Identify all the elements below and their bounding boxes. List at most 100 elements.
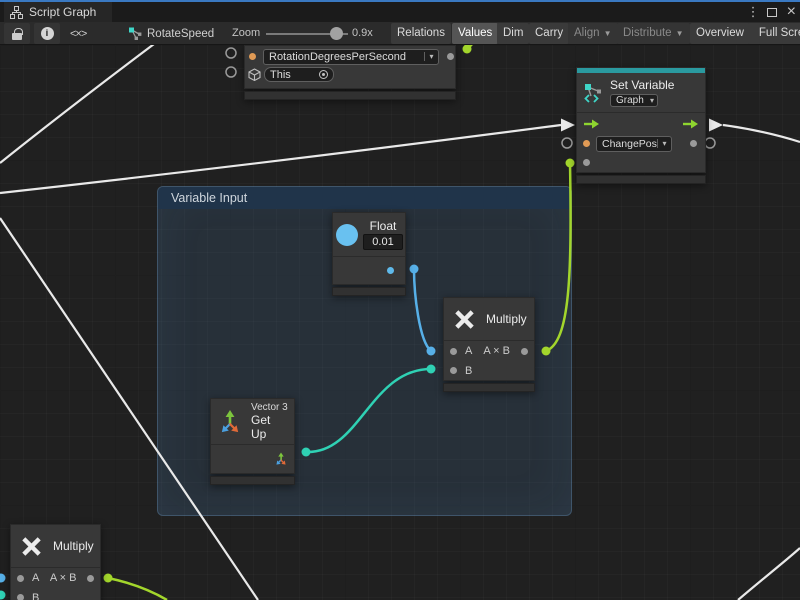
- distribute-label: Distribute: [623, 27, 672, 39]
- port-ring[interactable]: [562, 138, 572, 148]
- dropdown-arrow-icon: ▾: [424, 52, 438, 61]
- port-ring[interactable]: [226, 67, 236, 77]
- node-multiply[interactable]: Multiply A A × B B: [443, 297, 535, 392]
- node-float-literal[interactable]: Float 0.01: [332, 212, 406, 296]
- info-icon: i: [41, 27, 54, 40]
- node-set-variable[interactable]: Set Variable Graph ▾ ChangePos: [576, 67, 706, 184]
- multiply-icon: [19, 534, 44, 559]
- node-get-variable[interactable]: RotationDegreesPerSecond ▾ This: [244, 45, 456, 100]
- result-label: A × B: [50, 572, 77, 584]
- node-footer: [210, 476, 295, 485]
- input-b-port[interactable]: [17, 594, 24, 600]
- value-input-port[interactable]: [583, 159, 590, 166]
- node-footer: [244, 91, 456, 100]
- graph-toolbar: i <×> RotateSpeed Zoom 0.9x Relations Va…: [0, 22, 800, 45]
- lock-icon: [12, 33, 22, 40]
- node-title: Multiply: [53, 539, 94, 553]
- flow-wire-out: [723, 125, 800, 142]
- wire-endpoint[interactable]: [463, 45, 472, 54]
- variable-name-value: ChangePos: [597, 138, 657, 150]
- scope-select[interactable]: Graph ▾: [610, 94, 658, 107]
- lock-button[interactable]: [4, 23, 30, 44]
- port-ring[interactable]: [705, 138, 715, 148]
- close-icon[interactable]: ×: [787, 7, 796, 17]
- result-label: A × B: [483, 345, 510, 357]
- dropdown-arrow-icon: ▾: [657, 139, 671, 148]
- node-footer: [332, 287, 406, 296]
- node-footer: [576, 175, 706, 184]
- target-object-field[interactable]: This: [264, 67, 334, 82]
- tab-script-graph[interactable]: Script Graph: [4, 2, 112, 22]
- menu-kebab-icon[interactable]: ⋮: [747, 4, 757, 20]
- dropdown-arrow-icon: ▼: [676, 29, 684, 38]
- node-title: Float: [363, 219, 403, 233]
- wire-endpoint[interactable]: [0, 591, 6, 600]
- graph-breadcrumb[interactable]: RotateSpeed: [128, 22, 214, 45]
- node-title: Get Up: [251, 413, 288, 441]
- relations-button[interactable]: Relations: [391, 23, 451, 44]
- flow-in-port[interactable]: [583, 119, 600, 129]
- flow-wire-bottom-right: [738, 548, 800, 600]
- variable-name-select[interactable]: RotationDegreesPerSecond ▾: [263, 49, 439, 65]
- value-output-port[interactable]: [447, 53, 454, 60]
- node-title: Set Variable: [610, 78, 674, 92]
- distribute-button[interactable]: Distribute ▼: [617, 23, 690, 44]
- node-get-up[interactable]: Vector 3 Get Up: [210, 398, 295, 485]
- dropdown-arrow-icon: ▾: [647, 96, 657, 105]
- float-value-field[interactable]: 0.01: [363, 234, 403, 250]
- result-output-port[interactable]: [521, 348, 528, 355]
- full-screen-button[interactable]: Full Screen: [748, 23, 800, 44]
- graph-name: RotateSpeed: [147, 28, 214, 40]
- set-variable-icon: [583, 83, 603, 103]
- group-header[interactable]: Variable Input: [158, 187, 571, 209]
- zoom-slider-handle[interactable]: [330, 27, 343, 40]
- tab-title: Script Graph: [29, 5, 96, 19]
- variable-name-port[interactable]: [249, 53, 256, 60]
- node-title: Multiply: [486, 312, 527, 326]
- wire-endpoint[interactable]: [566, 159, 575, 168]
- flow-arrowhead: [561, 119, 575, 132]
- input-a-port[interactable]: [17, 575, 24, 582]
- port-ring[interactable]: [226, 48, 236, 58]
- input-a-label: A: [32, 572, 39, 584]
- value-wire-green-bottom: [108, 578, 167, 600]
- result-output-port[interactable]: [87, 575, 94, 582]
- zoom-label: Zoom: [232, 22, 260, 45]
- graph-canvas[interactable]: Variable Input: [0, 45, 800, 600]
- wire-endpoint[interactable]: [0, 574, 6, 583]
- values-button[interactable]: Values: [452, 23, 498, 44]
- zoom-value: 0.9x: [352, 22, 373, 45]
- align-button[interactable]: Align ▼: [568, 23, 618, 44]
- inspector-button[interactable]: i: [34, 23, 60, 44]
- overview-button[interactable]: Overview: [690, 23, 750, 44]
- graph-asset-icon: [128, 27, 142, 40]
- flow-wire-to-set-variable: [0, 125, 561, 193]
- variable-name-value: RotationDegreesPerSecond: [264, 51, 424, 63]
- maximize-icon[interactable]: [767, 8, 777, 17]
- input-b-port[interactable]: [450, 367, 457, 374]
- variable-name-select[interactable]: ChangePos ▾: [596, 136, 672, 152]
- vector3-icon: [217, 409, 243, 435]
- value-output-port[interactable]: [690, 140, 697, 147]
- flow-out-port[interactable]: [682, 119, 699, 129]
- multiply-icon: [452, 307, 477, 332]
- script-graph-icon: [10, 6, 23, 19]
- wire-endpoint[interactable]: [104, 574, 113, 583]
- object-picker-icon[interactable]: [319, 70, 328, 79]
- tab-bar: Script Graph ⋮ ×: [0, 2, 800, 22]
- input-a-label: A: [465, 345, 472, 357]
- code-view-button[interactable]: <×>: [66, 23, 90, 44]
- flow-wire: [0, 45, 158, 163]
- scope-value: Graph: [611, 95, 647, 106]
- dim-button[interactable]: Dim: [497, 23, 529, 44]
- dropdown-arrow-icon: ▼: [604, 29, 612, 38]
- node-footer: [443, 383, 535, 392]
- variable-name-port[interactable]: [583, 140, 590, 147]
- input-a-port[interactable]: [450, 348, 457, 355]
- carry-button[interactable]: Carry: [529, 23, 569, 44]
- node-multiply-bottom[interactable]: Multiply A A × B B: [10, 524, 101, 600]
- vector3-output-port[interactable]: [274, 452, 288, 466]
- target-object-value: This: [270, 69, 314, 81]
- value-output-port[interactable]: [387, 267, 394, 274]
- align-label: Align: [574, 27, 600, 39]
